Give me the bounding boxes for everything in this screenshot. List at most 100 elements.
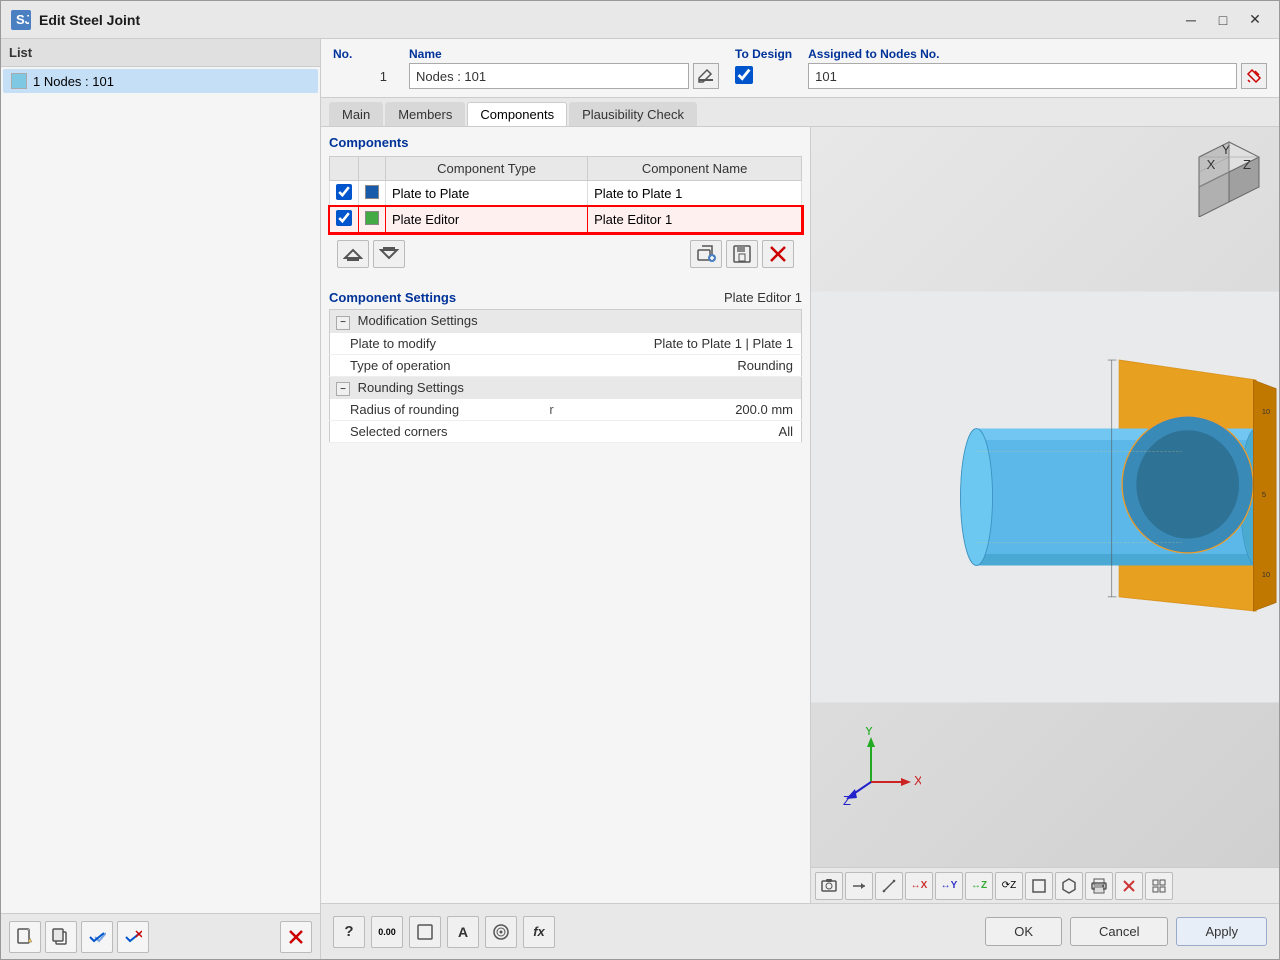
radius-row: Radius of rounding r 200.0 mm — [330, 399, 802, 421]
axis-indicator: Y X Z — [841, 727, 921, 807]
vp-close-btn[interactable] — [1115, 872, 1143, 900]
vp-box-btn[interactable] — [1025, 872, 1053, 900]
ok-button[interactable]: OK — [985, 917, 1062, 946]
viewport: 10 5 10 — [811, 127, 1279, 903]
middle-section: Components Component Type Component Name — [321, 127, 1279, 903]
plate-to-modify-label: Plate to modify — [330, 333, 542, 355]
copy-button[interactable] — [45, 921, 77, 953]
new-button[interactable] — [9, 921, 41, 953]
corners-label: Selected corners — [330, 421, 542, 443]
format-button[interactable]: A — [447, 916, 479, 948]
tab-plausibility[interactable]: Plausibility Check — [569, 102, 697, 126]
comp-check-1[interactable] — [336, 184, 352, 200]
delete-left-button[interactable] — [280, 921, 312, 953]
list-item[interactable]: 1 Nodes : 101 — [3, 69, 318, 93]
check-all-button[interactable] — [81, 921, 113, 953]
apply-button[interactable]: Apply — [1176, 917, 1267, 946]
main-content: List 1 Nodes : 101 — [1, 39, 1279, 959]
type-of-op-label: Type of operation — [330, 354, 542, 376]
nodes-clear-button[interactable] — [1241, 63, 1267, 89]
viewport-toolbar: ↔X ↔Y ↔Z ⟳Z — [811, 867, 1279, 903]
comp-actions — [329, 233, 802, 274]
vp-arrow-btn[interactable] — [845, 872, 873, 900]
comp-check-2[interactable] — [336, 210, 352, 226]
close-button[interactable]: ✕ — [1241, 9, 1269, 31]
list-item-color — [11, 73, 27, 89]
filter-button[interactable] — [485, 916, 517, 948]
radius-label: Radius of rounding — [330, 399, 542, 421]
nodes-input-row — [808, 63, 1267, 89]
plate-to-modify-row: Plate to modify Plate to Plate 1 | Plate… — [330, 333, 802, 355]
name-input[interactable] — [409, 63, 689, 89]
numeric-button[interactable]: 0.00 — [371, 916, 403, 948]
name-edit-button[interactable] — [693, 63, 719, 89]
vp-hex-btn[interactable] — [1055, 872, 1083, 900]
modification-group-row: − Modification Settings — [330, 310, 802, 333]
comp-row-1[interactable]: Plate to Plate Plate to Plate 1 — [330, 181, 802, 207]
left-panel: List 1 Nodes : 101 — [1, 39, 321, 959]
vp-rotz-btn[interactable]: ⟳Z — [995, 872, 1023, 900]
name-group: Name — [409, 47, 719, 89]
cancel-button[interactable]: Cancel — [1070, 917, 1168, 946]
vp-layout-btn[interactable] — [1145, 872, 1173, 900]
maximize-button[interactable]: □ — [1209, 9, 1237, 31]
radius-sym: r — [541, 399, 561, 421]
right-area: No. Name To Design — [321, 39, 1279, 959]
comp-type-2: Plate Editor — [386, 207, 588, 233]
comp-color-1 — [365, 185, 379, 199]
vp-z-btn[interactable]: ↔Z — [965, 872, 993, 900]
corners-row: Selected corners All — [330, 421, 802, 443]
vp-camera-btn[interactable] — [815, 872, 843, 900]
components-title: Components — [329, 135, 802, 150]
svg-text:10: 10 — [1262, 570, 1270, 579]
no-input[interactable] — [333, 63, 393, 89]
help-button[interactable]: ? — [333, 916, 365, 948]
formula-button[interactable]: fx — [523, 916, 555, 948]
window-controls: ─ □ ✕ — [1177, 9, 1269, 31]
view-button[interactable] — [409, 916, 441, 948]
comp-name-1: Plate to Plate 1 — [588, 181, 802, 207]
comp-name-2: Plate Editor 1 — [588, 207, 802, 233]
comp-row-2[interactable]: Plate Editor Plate Editor 1 — [330, 207, 802, 233]
to-design-checkbox[interactable] — [735, 66, 753, 84]
rounding-group-row: − Rounding Settings — [330, 376, 802, 399]
delete-comp-button[interactable] — [762, 240, 794, 268]
vp-measure-btn[interactable] — [875, 872, 903, 900]
name-input-row — [409, 63, 719, 89]
save-comp-button[interactable] — [726, 240, 758, 268]
tab-bar: Main Members Components Plausibility Che… — [321, 98, 1279, 127]
plate-to-modify-value: Plate to Plate 1 | Plate 1 — [562, 333, 802, 355]
vp-print-btn[interactable] — [1085, 872, 1113, 900]
uncheck-button[interactable] — [117, 921, 149, 953]
viewport-canvas[interactable]: 10 5 10 — [811, 127, 1279, 867]
svg-text:5: 5 — [1262, 490, 1266, 499]
modification-collapse-btn[interactable]: − — [336, 316, 350, 330]
assigned-input[interactable] — [808, 63, 1237, 89]
move-down-button[interactable] — [373, 240, 405, 268]
svg-text:Y: Y — [865, 727, 874, 738]
svg-text:Y: Y — [1222, 142, 1231, 157]
vp-x-btn[interactable]: ↔X — [905, 872, 933, 900]
vp-y-btn[interactable]: ↔Y — [935, 872, 963, 900]
settings-section: Component Settings Plate Editor 1 − Modi… — [321, 282, 810, 903]
type-of-op-sym — [541, 354, 561, 376]
svg-text:10: 10 — [1262, 407, 1270, 416]
color-col-header — [359, 157, 386, 181]
rounding-group-label: Rounding Settings — [358, 380, 464, 395]
no-label: No. — [333, 47, 393, 61]
move-up-button[interactable] — [337, 240, 369, 268]
list-area: 1 Nodes : 101 — [1, 67, 320, 913]
add-comp-button[interactable] — [690, 240, 722, 268]
modification-group-label: Modification Settings — [358, 313, 478, 328]
tab-members[interactable]: Members — [385, 102, 465, 126]
cube-navigator[interactable]: Y X Z — [1189, 137, 1269, 217]
rounding-collapse-btn[interactable]: − — [336, 382, 350, 396]
minimize-button[interactable]: ─ — [1177, 9, 1205, 31]
svg-text:SJ: SJ — [16, 12, 29, 27]
tab-components[interactable]: Components — [467, 102, 567, 126]
top-form: No. Name To Design — [321, 39, 1279, 98]
tab-main[interactable]: Main — [329, 102, 383, 126]
radius-value: 200.0 mm — [562, 399, 802, 421]
type-col-header: Component Type — [386, 157, 588, 181]
bottom-bar: ? 0.00 A fx OK Cancel Apply — [321, 903, 1279, 959]
